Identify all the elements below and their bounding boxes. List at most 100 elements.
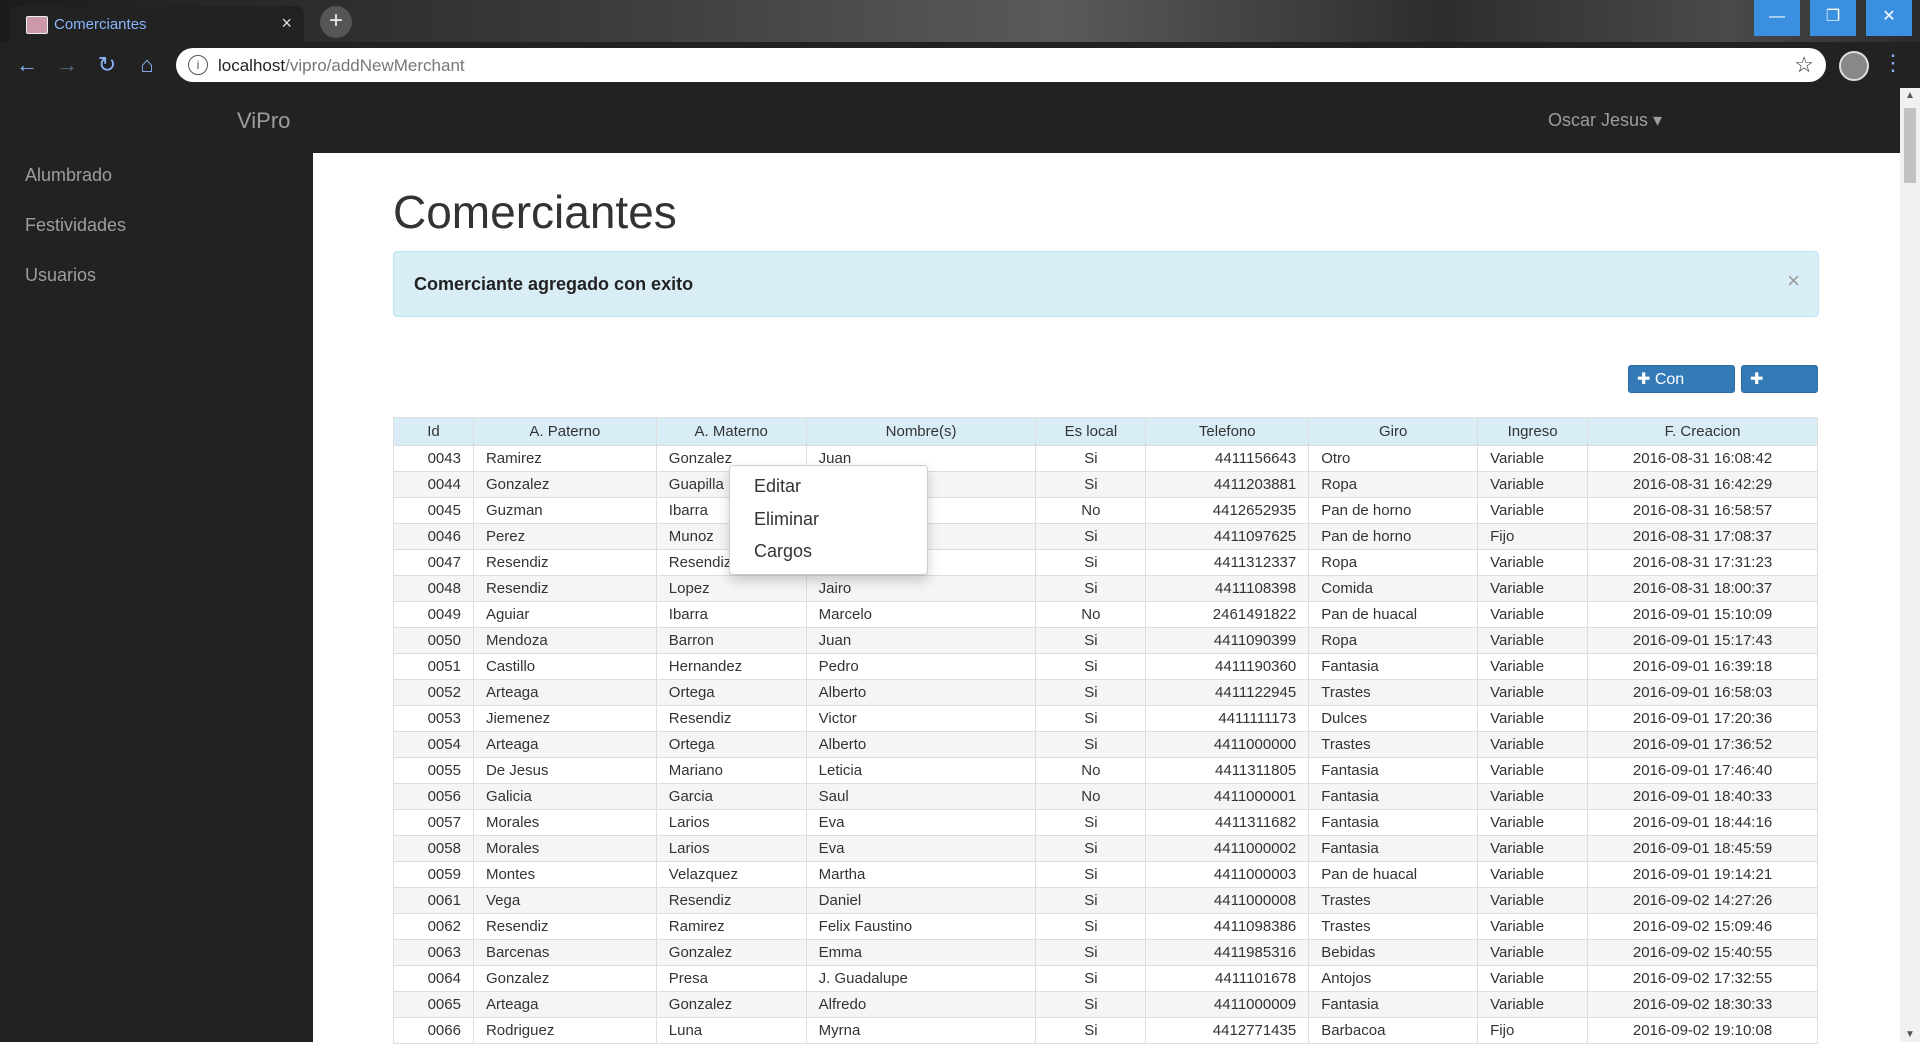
table-cell: Otro [1308, 445, 1479, 472]
table-cell: Si [1035, 991, 1147, 1018]
table-row[interactable]: 0053 Jiemenez Resendiz Victor Si 4411111173 Du… [393, 705, 1818, 732]
table-cell: Presa [655, 965, 807, 992]
table-cell: Bebidas [1308, 939, 1479, 966]
col-header-giro[interactable]: Giro [1308, 417, 1479, 446]
table-row[interactable]: 0066 Rodriguez Luna Myrna Si 4412771435 Barbac… [393, 1017, 1818, 1044]
new-tab-button[interactable]: + [320, 6, 352, 38]
table-cell: 4411122945 [1145, 679, 1310, 706]
home-icon[interactable]: ⌂ [132, 50, 162, 80]
table-cell: Fantasia [1308, 783, 1479, 810]
window-minimize-button[interactable]: — [1754, 0, 1800, 36]
table-cell: 2016-09-01 18:44:16 [1587, 809, 1818, 836]
col-header-f-creacion[interactable]: F. Creacion [1587, 417, 1818, 446]
forward-arrow-icon[interactable]: → [52, 50, 82, 80]
table-row[interactable]: 0047 Resendiz Resendiz Si 4411312337 Ropa Vari… [393, 549, 1818, 576]
col-header-a-materno[interactable]: A. Materno [655, 417, 807, 446]
table-row[interactable]: 0063 Barcenas Gonzalez Emma Si 4411985316 Bebi… [393, 939, 1818, 966]
sidebar-item-usuarios[interactable]: Usuarios [25, 265, 96, 286]
address-bar[interactable]: i localhost/vipro/addNewMerchant ☆ [176, 48, 1826, 82]
table-cell: Trastes [1308, 731, 1479, 758]
table-row[interactable]: 0043 Ramirez Gonzalez Juan Si 4411156643 Otro V… [393, 445, 1818, 472]
table-row[interactable]: 0056 Galicia Garcia Saul No 4411000001 Fantasi… [393, 783, 1818, 810]
menu-item-editar[interactable]: Editar [754, 476, 801, 497]
table-cell: Ibarra [655, 601, 807, 628]
table-cell: Barron [655, 627, 807, 654]
menu-item-eliminar[interactable]: Eliminar [754, 509, 819, 530]
table-cell: Si [1035, 887, 1147, 914]
table-row[interactable]: 0054 Arteaga Ortega Alberto Si 4411000000 Tras… [393, 731, 1818, 758]
table-row[interactable]: 0044 Gonzalez Guapilla Si 4411203881 Ropa Vari… [393, 471, 1818, 498]
table-cell: Variable [1477, 627, 1589, 654]
reload-icon[interactable]: ↻ [92, 50, 122, 80]
nuevo-button[interactable]: ✚ Nuevo [1741, 365, 1818, 416]
table-row[interactable]: 0048 Resendiz Lopez Jairo Si 4411108398 Comida… [393, 575, 1818, 602]
col-header-nombres[interactable]: Nombre(s) [805, 417, 1037, 446]
brand-logo[interactable]: ViPro [237, 108, 290, 134]
table-cell: Trastes [1308, 913, 1479, 940]
sidebar-item-alumbrado[interactable]: Alumbrado [25, 165, 112, 186]
table-cell: 2016-09-01 17:20:36 [1587, 705, 1818, 732]
bookmark-star-icon[interactable]: ☆ [1794, 52, 1814, 78]
table-row[interactable]: 0045 Guzman Ibarra No 4412652935 Pan de horno… [393, 497, 1818, 524]
table-cell: 4411101678 [1145, 965, 1310, 992]
table-cell: Resendiz [472, 549, 657, 576]
col-header-a-paterno[interactable]: A. Paterno [472, 417, 657, 446]
table-cell: Arteaga [472, 679, 657, 706]
profile-avatar[interactable] [1839, 51, 1869, 81]
table-cell: Pan de horno [1308, 523, 1479, 550]
table-cell: Jairo [805, 575, 1037, 602]
table-row[interactable]: 0046 Perez Munoz Si 4411097625 Pan de horno Fi… [393, 523, 1818, 550]
table-row[interactable]: 0065 Arteaga Gonzalez Alfredo Si 4411000009 Fa… [393, 991, 1818, 1018]
table-row[interactable]: 0061 Vega Resendiz Daniel Si 4411000008 Traste… [393, 887, 1818, 914]
col-header-id[interactable]: Id [393, 417, 474, 446]
table-cell: Variable [1477, 653, 1589, 680]
table-cell: Si [1035, 549, 1147, 576]
table-cell: 2016-08-31 17:31:23 [1587, 549, 1818, 576]
scroll-down-icon[interactable]: ▼ [1905, 1029, 1915, 1040]
table-cell: 2016-09-01 19:14:21 [1587, 861, 1818, 888]
back-arrow-icon[interactable]: ← [12, 50, 42, 80]
table-row[interactable]: 0062 Resendiz Ramirez Felix Faustino Si 44110… [393, 913, 1818, 940]
table-cell: Gonzalez [472, 965, 657, 992]
table-cell: 2016-08-31 16:08:42 [1587, 445, 1818, 472]
site-info-icon[interactable]: i [188, 55, 208, 75]
table-row[interactable]: 0058 Morales Larios Eva Si 4411000002 Fantasia… [393, 835, 1818, 862]
browser-menu-icon[interactable]: ⋮ [1882, 50, 1904, 76]
window-close-button[interactable]: ✕ [1866, 0, 1912, 36]
col-header-telefono[interactable]: Telefono [1145, 417, 1310, 446]
table-row[interactable]: 0050 Mendoza Barron Juan Si 4411090399 Ropa Var… [393, 627, 1818, 654]
table-row[interactable]: 0051 Castillo Hernandez Pedro Si 4411190360 Fa… [393, 653, 1818, 680]
table-cell: Gonzalez [655, 939, 807, 966]
window-restore-button[interactable]: ❐ [1810, 0, 1856, 36]
scrollbar-thumb[interactable] [1904, 108, 1916, 183]
col-header-es-local[interactable]: Es local [1035, 417, 1147, 446]
sidebar-item-festividades[interactable]: Festividades [25, 215, 126, 236]
browser-tab[interactable]: Comerciantes × [10, 6, 304, 42]
table-cell: Gonzalez [655, 991, 807, 1018]
url-text: localhost/vipro/addNewMerchant [218, 56, 465, 76]
table-row[interactable]: 0055 De Jesus Mariano Leticia No 4411311805 Fa… [393, 757, 1818, 784]
table-row[interactable]: 0059 Montes Velazquez Martha Si 4411000003 Pan… [393, 861, 1818, 888]
table-row[interactable]: 0049 Aguiar Ibarra Marcelo No 2461491822 Pan d… [393, 601, 1818, 628]
table-cell: Ropa [1308, 549, 1479, 576]
table-cell: Barbacoa [1308, 1017, 1479, 1044]
table-row[interactable]: 0052 Arteaga Ortega Alberto Si 4411122945 Tras… [393, 679, 1818, 706]
table-cell: 0045 [393, 497, 474, 524]
alert-close-icon[interactable]: × [1787, 268, 1800, 294]
col-header-ingreso[interactable]: Ingreso [1477, 417, 1589, 446]
scroll-up-icon[interactable]: ▲ [1905, 90, 1915, 101]
user-dropdown[interactable]: Oscar Jesus ▾ [1548, 110, 1662, 131]
tab-close-icon[interactable]: × [281, 13, 292, 34]
page-scrollbar[interactable]: ▲ ▼ [1900, 88, 1920, 1042]
table-cell: J. Guadalupe [805, 965, 1037, 992]
table-cell: 4411108398 [1145, 575, 1310, 602]
table-cell: 2016-09-02 17:32:55 [1587, 965, 1818, 992]
table-cell: Larios [655, 835, 807, 862]
table-cell: De Jesus [472, 757, 657, 784]
table-cell: Myrna [805, 1017, 1037, 1044]
table-row[interactable]: 0057 Morales Larios Eva Si 4411311682 Fantasia… [393, 809, 1818, 836]
menu-item-cargos[interactable]: Cargos [754, 541, 812, 562]
table-row[interactable]: 0064 Gonzalez Presa J. Guadalupe Si 441110167… [393, 965, 1818, 992]
table-cell: 2016-08-31 16:58:57 [1587, 497, 1818, 524]
con-recibo-button[interactable]: ✚ Con recibo [1628, 365, 1735, 416]
